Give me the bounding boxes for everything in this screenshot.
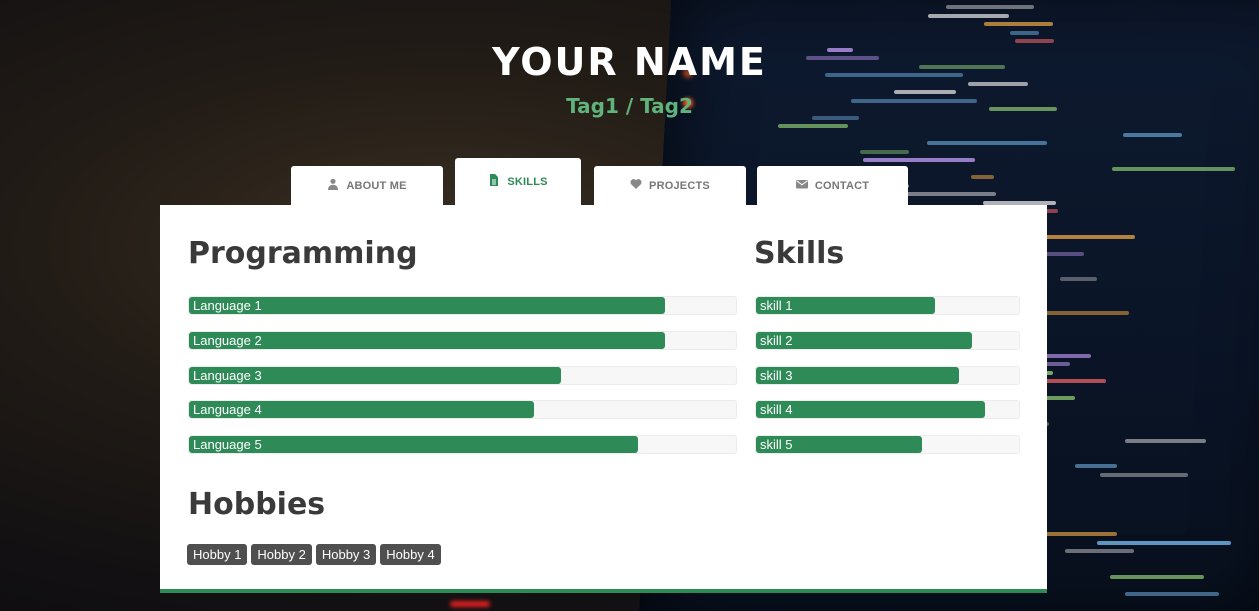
progress-bar: Language 1 [188, 296, 737, 315]
code-line [1099, 472, 1188, 477]
tab-contact[interactable]: CONTACT [757, 166, 908, 205]
hobby-badge: Hobby 2 [251, 544, 312, 565]
progress-label: skill 2 [760, 333, 793, 348]
skills-heading: Skills [754, 236, 845, 271]
profile-header: YOUR NAME Tag1 / Tag2 [0, 40, 1259, 118]
progress-bar: skill 4 [755, 400, 1020, 419]
progress-label: Language 5 [193, 437, 262, 452]
tab-label: ABOUT ME [346, 179, 407, 192]
tab-label: CONTACT [814, 179, 870, 192]
progress-label: Language 3 [193, 368, 262, 383]
code-line [1122, 132, 1182, 137]
code-line [1009, 30, 1039, 35]
code-line [1075, 464, 1117, 468]
progress-bar: Language 2 [188, 331, 737, 350]
hobby-badge: Hobby 4 [380, 544, 441, 565]
profile-tags: Tag1 / Tag2 [566, 94, 693, 118]
tab-bar: ABOUT ME SKILLS PROJECTS CONTACT [0, 158, 1259, 206]
heart-icon [630, 178, 642, 193]
code-line [946, 5, 1034, 9]
tab-label: SKILLS [507, 175, 548, 188]
hobby-list: Hobby 1 Hobby 2 Hobby 3 Hobby 4 [187, 544, 441, 565]
document-icon [488, 174, 500, 189]
progress-label: Language 1 [193, 298, 262, 313]
progress-label: Language 4 [193, 402, 262, 417]
tab-label: PROJECTS [649, 179, 710, 192]
tab-skills[interactable]: SKILLS [455, 158, 581, 205]
progress-bar: Language 5 [188, 435, 737, 454]
tab-about-me[interactable]: ABOUT ME [291, 166, 443, 205]
progress-label: skill 1 [760, 298, 793, 313]
progress-bar: Language 3 [188, 366, 737, 385]
hobby-badge: Hobby 3 [315, 544, 377, 565]
code-line [1060, 277, 1097, 281]
progress-bar: skill 5 [755, 435, 1020, 454]
code-line [860, 149, 909, 154]
code-line [1109, 574, 1204, 579]
envelope-icon [795, 178, 808, 193]
code-line [778, 124, 848, 128]
progress-bar: skill 2 [755, 331, 1020, 350]
user-icon [327, 178, 339, 193]
code-line [1038, 532, 1118, 536]
tab-projects[interactable]: PROJECTS [594, 166, 746, 205]
profile-name: YOUR NAME [492, 40, 767, 84]
progress-label: skill 5 [760, 437, 793, 452]
code-line [1125, 591, 1219, 596]
progress-label: skill 4 [760, 402, 793, 417]
code-line [983, 22, 1054, 26]
hobbies-heading: Hobbies [188, 487, 326, 522]
progress-bar: skill 1 [755, 296, 1020, 315]
progress-label: skill 3 [760, 368, 793, 383]
skills-panel: Programming Skills Language 1 Language 2 L… [160, 205, 1047, 593]
code-line [1097, 540, 1231, 545]
progress-bar: Language 4 [188, 400, 737, 419]
progress-bar: skill 3 [755, 366, 1020, 385]
code-line [1064, 549, 1135, 553]
programming-heading: Programming [188, 236, 418, 271]
code-line [926, 141, 1048, 145]
code-line [928, 13, 1010, 18]
progress-label: Language 2 [193, 333, 262, 348]
code-line [1124, 438, 1207, 443]
hobby-badge: Hobby 1 [187, 544, 248, 565]
